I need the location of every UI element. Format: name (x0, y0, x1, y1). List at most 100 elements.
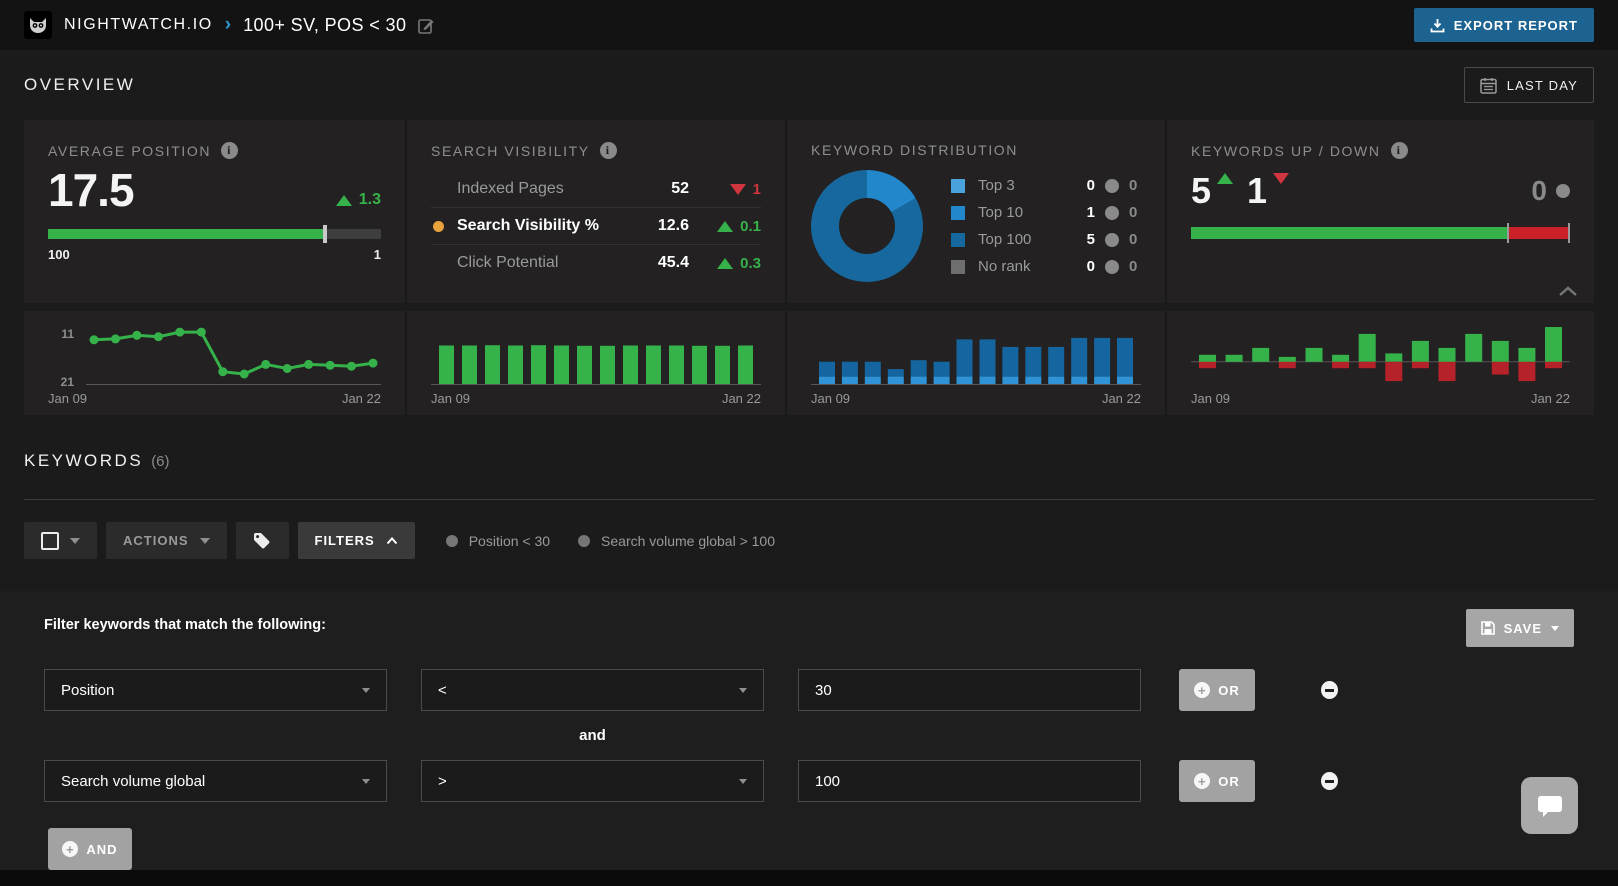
keyword-distribution-legend: Top 3 0 0 Top 10 1 0 Top 100 5 (951, 172, 1141, 280)
filter-value-input[interactable]: 100 (798, 760, 1141, 802)
filter-panel-header: Filter keywords that match the following… (44, 617, 1574, 647)
or-button-label: OR (1218, 774, 1240, 789)
nightwatch-logo-icon[interactable] (24, 11, 52, 39)
metric-delta: 1 (689, 181, 761, 198)
keywords-section: KEYWORDS (6) ACTIONS FILTERS P (0, 415, 1618, 559)
legend-change: 0 (1129, 177, 1141, 194)
select-all-button[interactable] (24, 522, 97, 559)
filters-button[interactable]: FILTERS (298, 522, 415, 559)
calendar-icon (1480, 77, 1497, 94)
legend-change: 0 (1129, 258, 1141, 275)
triangle-up-icon (1217, 173, 1233, 184)
add-or-condition-button[interactable]: + OR (1179, 669, 1255, 711)
filter-operator-value: > (438, 773, 447, 790)
connector-spacer (44, 727, 387, 744)
card-title-row: KEYWORD DISTRIBUTION (811, 142, 1141, 158)
keywords-up-down-values: 5 1 0 (1191, 173, 1570, 209)
metric-label: Search Visibility % (457, 217, 631, 235)
metric-value: 45.4 (631, 254, 689, 272)
info-icon[interactable]: i (1391, 142, 1408, 159)
legend-change: 0 (1129, 204, 1141, 221)
average-position-value: 17.5 (48, 167, 134, 213)
filter-panel: Filter keywords that match the following… (0, 591, 1618, 870)
overview-cards: AVERAGE POSITION i 17.5 1.3 100 1 SEARCH… (24, 120, 1594, 303)
remove-condition-button[interactable] (1321, 772, 1338, 790)
bar-tick (1507, 223, 1509, 243)
date-range-button[interactable]: LAST DAY (1464, 67, 1594, 103)
average-position-bar-handle[interactable] (323, 225, 327, 243)
legend-row-norank[interactable]: No rank 0 0 (951, 253, 1141, 280)
average-position-title: AVERAGE POSITION (48, 143, 211, 159)
up-bar-segment (1191, 227, 1507, 239)
export-report-label: EXPORT REPORT (1454, 18, 1578, 33)
keyword-distribution-body: Top 3 0 0 Top 10 1 0 Top 100 5 (811, 170, 1141, 282)
brand-name[interactable]: NIGHTWATCH.IO (64, 16, 213, 34)
metric-row-search-visibility[interactable]: Search Visibility % 12.6 0.1 (431, 207, 761, 244)
unchanged-dot-icon (1105, 179, 1119, 193)
legend-swatch (951, 179, 965, 193)
donut-hole (839, 198, 895, 254)
card-title-row: AVERAGE POSITION i (48, 142, 381, 159)
plus-circle-icon: + (1194, 682, 1210, 698)
filter-row-2: Search volume global > 100 + OR (44, 760, 1574, 802)
x-end-label: Jan 22 (1531, 391, 1570, 406)
x-axis-labels: Jan 09 Jan 22 (811, 391, 1141, 406)
filter-field-select[interactable]: Position (44, 669, 387, 711)
average-position-delta-value: 1.3 (359, 191, 381, 209)
filter-value-input[interactable]: 30 (798, 669, 1141, 711)
info-icon[interactable]: i (221, 142, 238, 159)
date-range-label: LAST DAY (1507, 78, 1578, 93)
unchanged-dot-icon (1556, 184, 1570, 198)
average-position-value-row: 17.5 1.3 (48, 167, 381, 213)
overview-header: OVERVIEW LAST DAY (0, 50, 1618, 120)
legend-row-top100[interactable]: Top 100 5 0 (951, 226, 1141, 253)
metric-delta-value: 0.1 (740, 218, 761, 235)
tags-button[interactable] (236, 522, 289, 559)
chevron-down-icon (362, 688, 370, 693)
search-visibility-rows: Indexed Pages 52 1 Search Visibility % 1… (431, 171, 761, 281)
filter-operator-select[interactable]: < (421, 669, 764, 711)
legend-swatch (951, 233, 965, 247)
metric-row-click-potential[interactable]: Click Potential 45.4 0.3 (431, 244, 761, 281)
metric-row-indexed-pages[interactable]: Indexed Pages 52 1 (431, 171, 761, 207)
remove-condition-button[interactable] (1321, 681, 1338, 699)
select-all-checkbox[interactable] (41, 532, 59, 550)
x-axis-labels: Jan 09 Jan 22 (48, 391, 381, 406)
save-icon (1481, 621, 1495, 635)
triangle-icon (717, 258, 733, 269)
info-icon[interactable]: i (600, 142, 617, 159)
chevron-down-icon (1551, 626, 1559, 631)
save-filter-button[interactable]: SAVE (1466, 609, 1574, 647)
actions-button[interactable]: ACTIONS (106, 522, 227, 559)
overview-title: OVERVIEW (24, 75, 135, 95)
edit-view-icon[interactable] (418, 17, 435, 34)
chat-widget-button[interactable] (1521, 777, 1578, 834)
filter-panel-heading: Filter keywords that match the following… (44, 617, 326, 633)
export-report-button[interactable]: EXPORT REPORT (1414, 8, 1594, 42)
metric-label: Indexed Pages (457, 180, 631, 198)
active-filter-chips: Position < 30 Search volume global > 100 (446, 533, 775, 549)
scale-left-label: 100 (48, 247, 70, 262)
keywords-unchanged-count: 0 (1531, 175, 1547, 207)
legend-row-top10[interactable]: Top 10 1 0 (951, 199, 1141, 226)
plus-circle-icon: + (62, 841, 78, 857)
x-start-label: Jan 09 (48, 391, 87, 406)
filter-chip-search-volume[interactable]: Search volume global > 100 (578, 533, 775, 549)
chevron-down-icon (739, 688, 747, 693)
add-or-condition-button[interactable]: + OR (1179, 760, 1255, 802)
x-start-label: Jan 09 (1191, 391, 1230, 406)
card-average-position: AVERAGE POSITION i 17.5 1.3 100 1 (24, 120, 405, 303)
chip-dot-icon (578, 535, 590, 547)
keywords-down-count: 1 (1247, 173, 1267, 209)
metric-delta-value: 0.3 (740, 255, 761, 272)
legend-row-top3[interactable]: Top 3 0 0 (951, 172, 1141, 199)
filter-chip-position[interactable]: Position < 30 (446, 533, 550, 549)
filter-field-select[interactable]: Search volume global (44, 760, 387, 802)
save-filter-label: SAVE (1504, 621, 1542, 636)
filter-operator-select[interactable]: > (421, 760, 764, 802)
add-and-condition-button[interactable]: + AND (48, 828, 132, 870)
collapse-overview-chevron-icon[interactable] (1558, 286, 1578, 297)
x-end-label: Jan 22 (1102, 391, 1141, 406)
spark-keywords-up-down: Jan 09 Jan 22 (1165, 311, 1594, 415)
keyword-distribution-title: KEYWORD DISTRIBUTION (811, 142, 1018, 158)
